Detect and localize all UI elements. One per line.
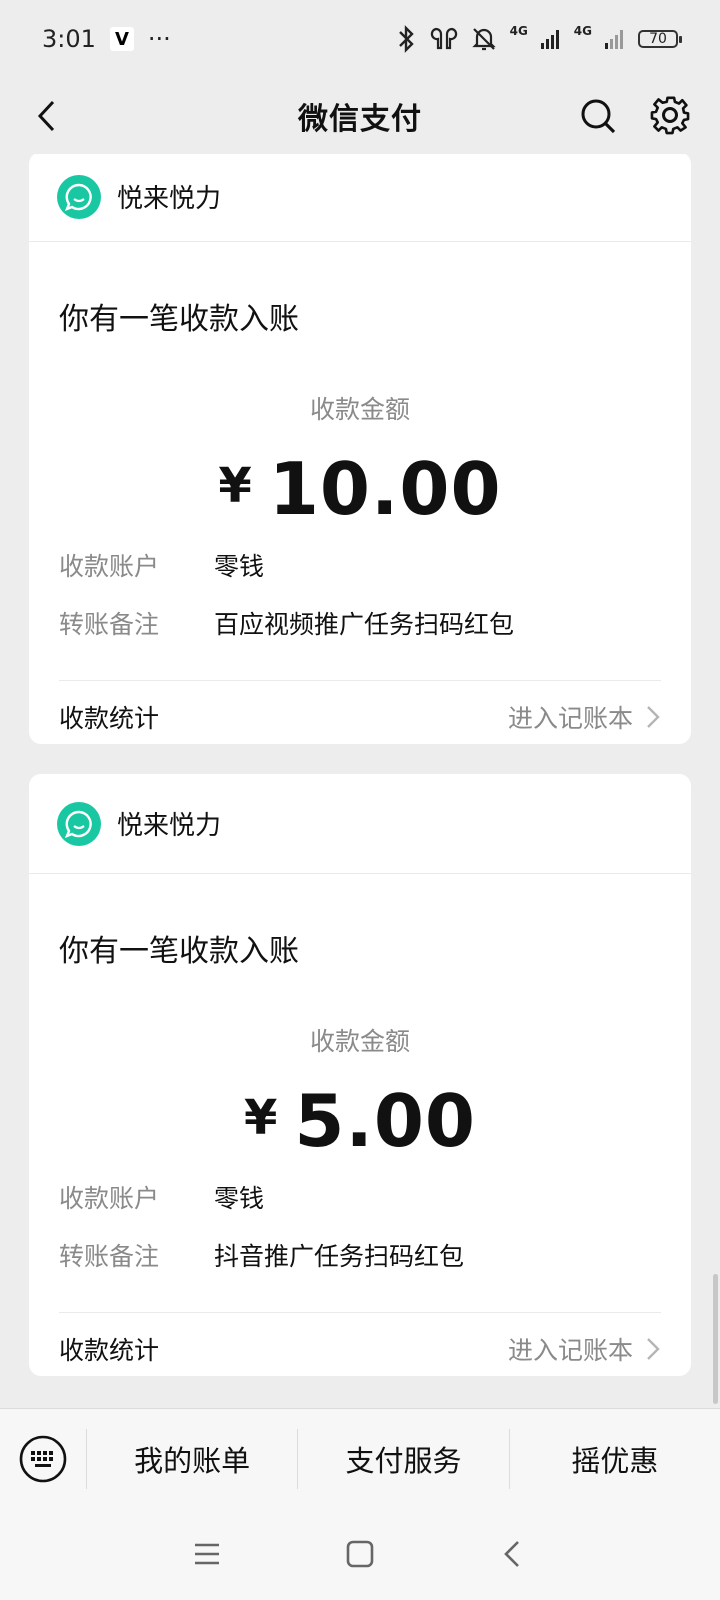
note-key: 转账备注 bbox=[59, 1242, 160, 1271]
note-value: 百应视频推广任务扫码红包 bbox=[214, 610, 515, 639]
ledger-link[interactable]: 进入记账本 bbox=[508, 699, 633, 735]
note-row: 转账备注 抖音推广任务扫码红包 bbox=[59, 1226, 661, 1284]
merchant-avatar bbox=[57, 801, 101, 846]
chevron-right-icon bbox=[647, 1338, 660, 1360]
chevron-right-icon bbox=[647, 706, 660, 728]
chat-bubble-icon bbox=[64, 810, 92, 838]
signal-icon bbox=[540, 30, 559, 49]
account-row: 收款账户 零钱 bbox=[59, 536, 661, 594]
chat-bubble-icon bbox=[64, 183, 92, 211]
stats-label: 收款统计 bbox=[59, 1336, 160, 1365]
keyboard-icon bbox=[19, 1435, 67, 1483]
account-key: 收款账户 bbox=[59, 552, 160, 581]
message-list[interactable]: 悦来悦力 你有一笔收款入账 收款金额 ¥10.00 收款账户 零钱 转账备注 百… bbox=[0, 154, 720, 1408]
amount-number: 10.00 bbox=[268, 447, 502, 531]
account-row: 收款账户 零钱 bbox=[59, 1168, 661, 1226]
stats-row[interactable]: 收款统计 进入记账本 bbox=[59, 1313, 661, 1385]
network-4g-label: 4G bbox=[509, 24, 528, 38]
merchant-name: 悦来悦力 bbox=[117, 184, 222, 214]
card-header[interactable]: 悦来悦力 bbox=[29, 154, 691, 242]
status-bar: 3:01 V ··· 4G 4G 70 bbox=[0, 0, 720, 78]
search-icon[interactable] bbox=[578, 94, 618, 138]
amount-value: ¥5.00 bbox=[59, 1076, 661, 1166]
back-icon[interactable] bbox=[498, 1539, 528, 1569]
signal-icon-2 bbox=[605, 30, 623, 49]
network-4g-label-2: 4G bbox=[573, 24, 592, 38]
amount-value: ¥10.00 bbox=[59, 444, 661, 534]
earbuds-icon bbox=[430, 27, 457, 50]
mute-bell-icon bbox=[471, 28, 496, 51]
card-header[interactable]: 悦来悦力 bbox=[29, 774, 691, 874]
menu-shake-offers[interactable]: 摇优惠 bbox=[508, 1429, 720, 1489]
note-row: 转账备注 百应视频推广任务扫码红包 bbox=[59, 594, 661, 652]
menu-payment-services[interactable]: 支付服务 bbox=[297, 1429, 508, 1489]
status-more-dots: ··· bbox=[147, 25, 171, 53]
amount-label: 收款金额 bbox=[309, 1027, 410, 1056]
stats-label: 收款统计 bbox=[59, 704, 160, 733]
battery-indicator: 70 bbox=[638, 30, 682, 48]
message-title: 你有一笔收款入账 bbox=[59, 934, 299, 969]
currency-symbol: ¥ bbox=[218, 458, 253, 514]
merchant-name: 悦来悦力 bbox=[117, 811, 222, 841]
account-value: 零钱 bbox=[214, 552, 265, 581]
amount-label: 收款金额 bbox=[309, 395, 410, 424]
account-key: 收款账户 bbox=[59, 1184, 160, 1213]
bluetooth-icon bbox=[398, 25, 414, 53]
system-nav-bar bbox=[0, 1508, 720, 1600]
status-time: 3:01 bbox=[42, 25, 96, 53]
amount-number: 5.00 bbox=[294, 1079, 477, 1163]
home-square-icon[interactable] bbox=[345, 1539, 375, 1569]
page-title: 微信支付 bbox=[298, 102, 422, 137]
account-value: 零钱 bbox=[214, 1184, 265, 1213]
keyboard-toggle-button[interactable] bbox=[0, 1409, 86, 1509]
note-key: 转账备注 bbox=[59, 610, 160, 639]
scrollbar[interactable] bbox=[713, 1274, 718, 1404]
bottom-menu: 我的账单 支付服务 摇优惠 bbox=[0, 1408, 720, 1509]
payment-card: 悦来悦力 你有一笔收款入账 收款金额 ¥10.00 收款账户 零钱 转账备注 百… bbox=[29, 154, 691, 744]
message-title: 你有一笔收款入账 bbox=[59, 302, 299, 337]
menu-my-bills[interactable]: 我的账单 bbox=[86, 1429, 297, 1489]
merchant-avatar bbox=[57, 174, 101, 219]
ledger-link[interactable]: 进入记账本 bbox=[508, 1331, 633, 1367]
back-arrow-icon[interactable] bbox=[28, 96, 68, 136]
nav-bar: 微信支付 bbox=[0, 78, 720, 154]
note-value: 抖音推广任务扫码红包 bbox=[214, 1242, 465, 1271]
menu-icon[interactable] bbox=[192, 1539, 222, 1569]
currency-symbol: ¥ bbox=[243, 1090, 279, 1146]
stats-row[interactable]: 收款统计 进入记账本 bbox=[59, 681, 661, 753]
payment-card: 悦来悦力 你有一笔收款入账 收款金额 ¥5.00 收款账户 零钱 转账备注 抖音… bbox=[29, 774, 691, 1376]
gear-icon[interactable] bbox=[648, 92, 692, 138]
app-badge-icon: V bbox=[109, 27, 134, 51]
